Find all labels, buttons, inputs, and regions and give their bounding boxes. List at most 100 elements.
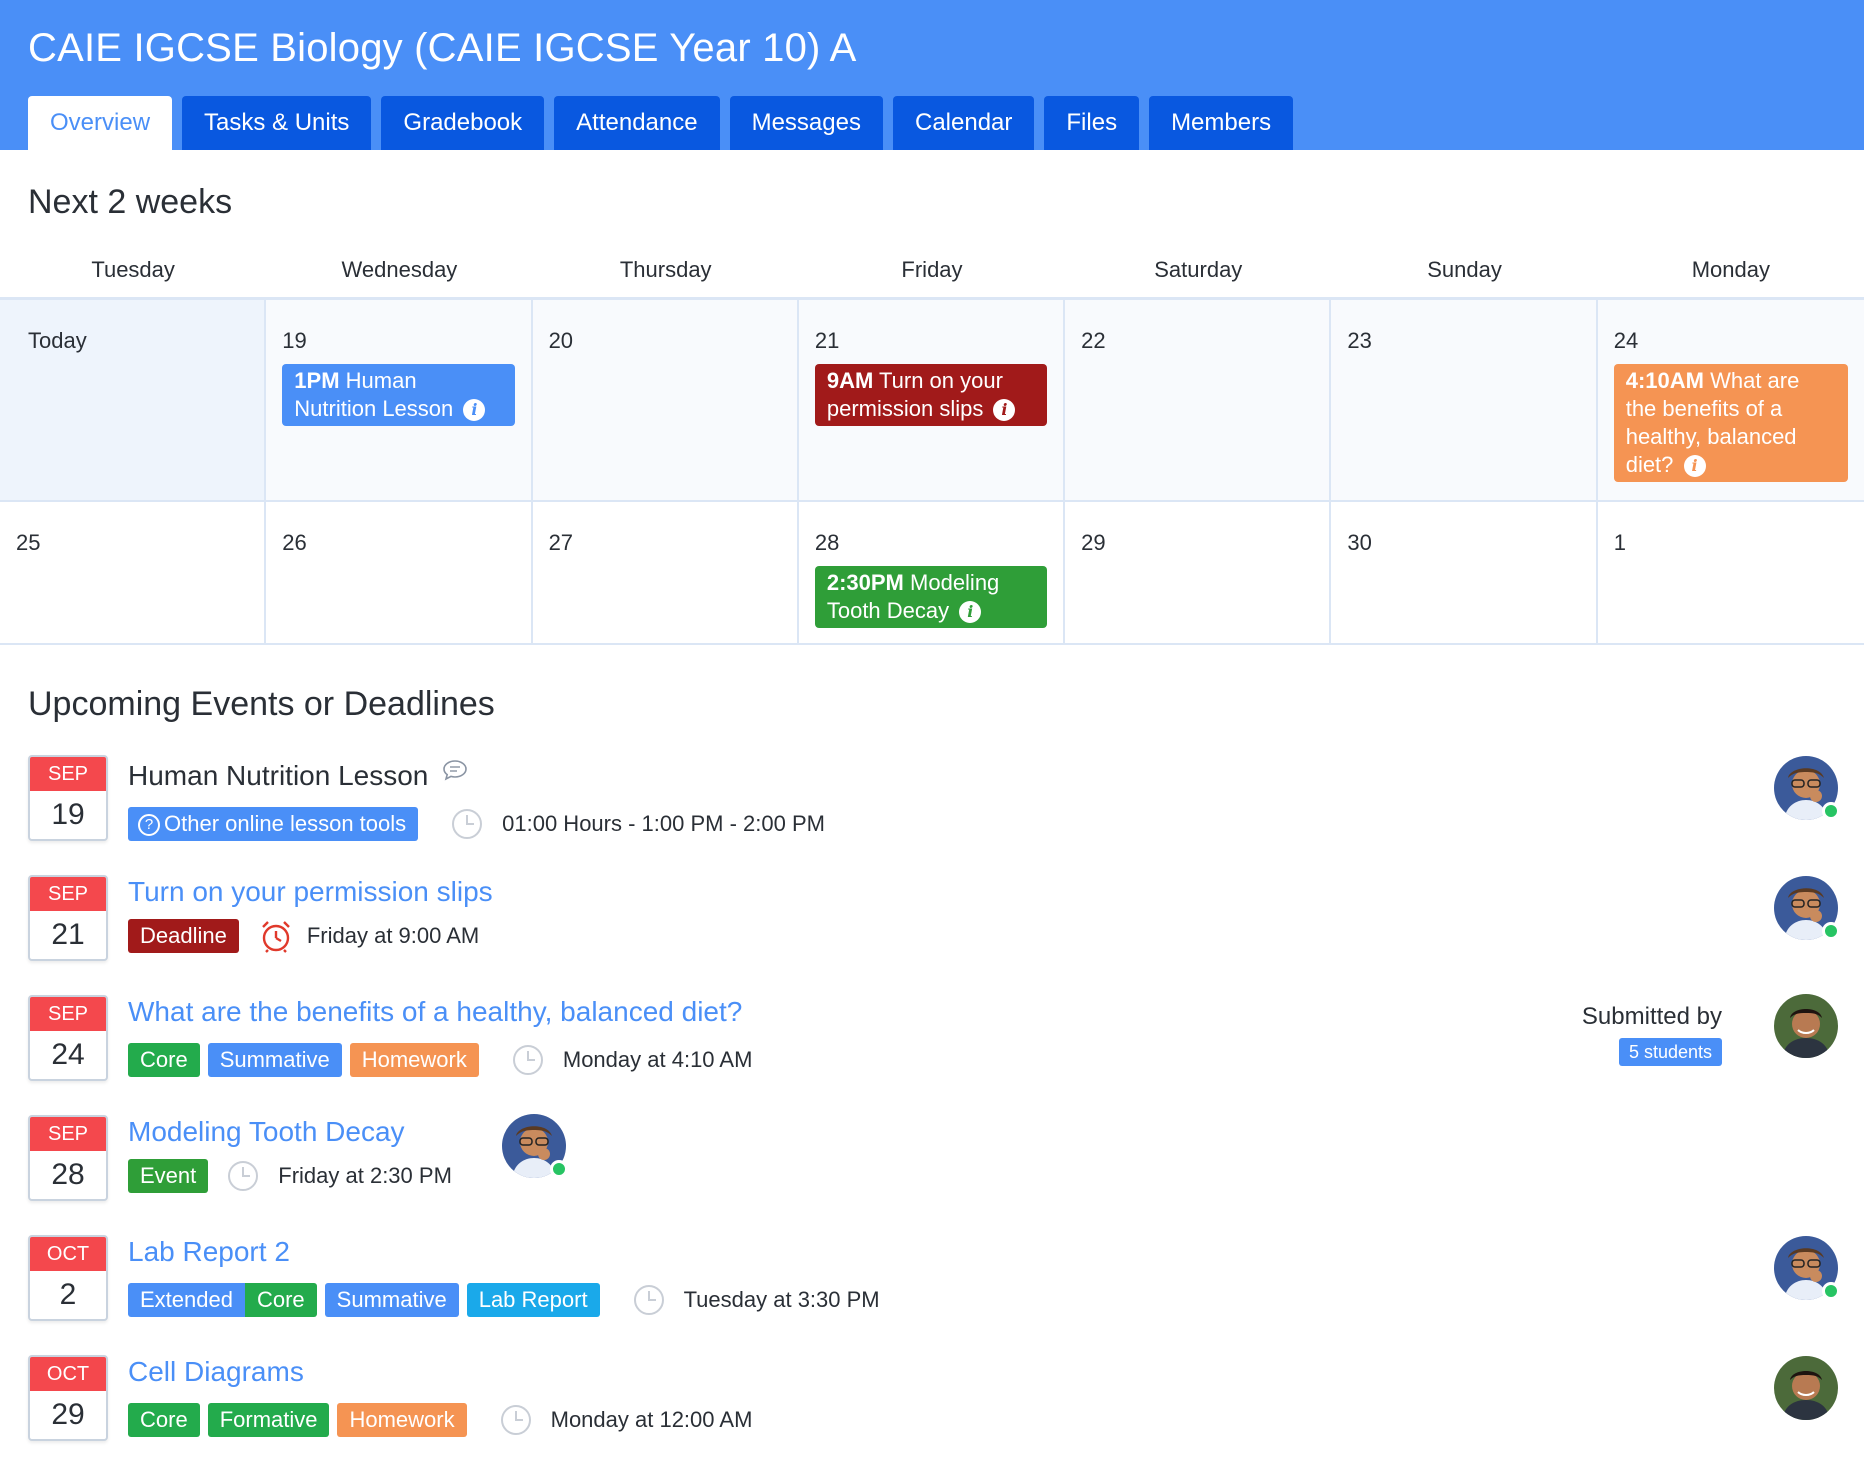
item-title-text: Human Nutrition Lesson bbox=[128, 760, 429, 791]
clock-icon bbox=[228, 1161, 259, 1191]
calendar-cell[interactable]: 28 2:30PM Modeling Tooth Decay i bbox=[799, 502, 1066, 643]
item-title-link[interactable]: What are the benefits of a healthy, bala… bbox=[128, 992, 752, 1032]
extended-core-badge: Extended Core bbox=[128, 1283, 317, 1317]
calendar-cell[interactable]: 1 bbox=[1598, 502, 1864, 643]
list-item: SEP 28 Modeling Tooth Decay Event Friday… bbox=[28, 1112, 1836, 1232]
date-month: SEP bbox=[30, 1117, 106, 1151]
extended-badge: Extended bbox=[128, 1283, 245, 1317]
event-time: 4:10AM bbox=[1625, 368, 1704, 393]
summative-badge: Summative bbox=[324, 1283, 459, 1317]
item-content: Turn on your permission slips Deadline F… bbox=[128, 872, 493, 954]
calendar-cell[interactable]: 21 9AM Turn on your permission slips i bbox=[799, 300, 1066, 500]
calendar-event-event[interactable]: 2:30PM Modeling Tooth Decay i bbox=[814, 566, 1048, 628]
item-meta: ? Other online lesson tools 01:00 Hours -… bbox=[128, 806, 825, 842]
tab-messages[interactable]: Messages bbox=[729, 96, 883, 150]
tab-members[interactable]: Members bbox=[1149, 96, 1294, 150]
today-label: Today bbox=[28, 328, 87, 353]
info-icon[interactable]: i bbox=[463, 399, 486, 421]
item-title-link[interactable]: Lab Report 2 bbox=[128, 1232, 880, 1272]
day-header: Friday bbox=[901, 257, 963, 282]
event-badge: Event bbox=[128, 1159, 209, 1193]
item-meta: Core Summative Homework Monday at 4:10 A… bbox=[128, 1042, 752, 1078]
formative-badge: Formative bbox=[207, 1403, 330, 1437]
calendar-cell[interactable]: 25 bbox=[0, 502, 267, 643]
tab-files[interactable]: Files bbox=[1044, 96, 1140, 150]
calendar-cell[interactable]: 23 bbox=[1331, 300, 1598, 500]
date-number: 1 bbox=[1613, 530, 1626, 555]
calendar-cell[interactable]: 22 bbox=[1065, 300, 1332, 500]
teacher-photo bbox=[1774, 994, 1838, 1058]
date-day: 2 bbox=[59, 1278, 77, 1311]
item-time: Friday at 2:30 PM bbox=[278, 1163, 452, 1188]
calendar-cell[interactable]: 29 bbox=[1065, 502, 1332, 643]
online-indicator bbox=[1822, 1282, 1840, 1300]
date-month: SEP bbox=[30, 997, 106, 1031]
course-title: CAIE IGCSE Biology (CAIE IGCSE Year 10) … bbox=[28, 26, 857, 70]
avatar[interactable] bbox=[1774, 876, 1840, 940]
calendar-week-2: 25 26 27 28 2:30PM Modeling Tooth Decay … bbox=[0, 502, 1864, 645]
avatar[interactable] bbox=[1774, 1356, 1838, 1420]
calendar-event-homework[interactable]: 4:10AM What are the benefits of a health… bbox=[1613, 364, 1848, 482]
online-tools-badge[interactable]: ? Other online lesson tools bbox=[128, 807, 419, 841]
calendar-cell[interactable]: 24 4:10AM What are the benefits of a hea… bbox=[1598, 300, 1864, 500]
tab-attendance[interactable]: Attendance bbox=[554, 96, 720, 150]
tab-gradebook[interactable]: Gradebook bbox=[381, 96, 545, 150]
submitted-count-badge[interactable]: 5 students bbox=[1618, 1038, 1722, 1066]
item-meta: Event Friday at 2:30 PM bbox=[128, 1158, 452, 1194]
item-meta: Extended Core Summative Lab Report Tuesd… bbox=[128, 1282, 880, 1318]
calendar-cell[interactable]: 30 bbox=[1331, 502, 1598, 643]
info-icon[interactable]: i bbox=[959, 601, 982, 623]
homework-badge: Homework bbox=[349, 1043, 479, 1077]
calendar-cell-today[interactable]: Today bbox=[0, 300, 267, 500]
item-title-link[interactable]: Cell Diagrams bbox=[128, 1352, 752, 1392]
calendar-cell[interactable]: 19 1PM Human Nutrition Lesson i bbox=[266, 300, 533, 500]
date-number: 20 bbox=[548, 328, 574, 353]
avatar[interactable] bbox=[1774, 1236, 1840, 1300]
avatar[interactable] bbox=[1774, 994, 1838, 1058]
date-day: 29 bbox=[51, 1398, 85, 1431]
item-title-link[interactable]: Modeling Tooth Decay bbox=[128, 1112, 452, 1152]
item-meta: Deadline Friday at 9:00 AM bbox=[128, 918, 493, 954]
item-content: Human Nutrition Lesson ? Other online les… bbox=[128, 752, 825, 842]
alarm-clock-icon bbox=[259, 919, 293, 953]
clock-icon bbox=[512, 1045, 543, 1075]
info-icon[interactable]: i bbox=[993, 399, 1016, 421]
comment-icon[interactable] bbox=[442, 752, 468, 792]
avatar[interactable] bbox=[502, 1114, 568, 1178]
item-title-link[interactable]: Turn on your permission slips bbox=[128, 872, 493, 912]
core-badge: Core bbox=[128, 1043, 200, 1077]
calendar-event-deadline[interactable]: 9AM Turn on your permission slips i bbox=[814, 364, 1048, 426]
day-header: Thursday bbox=[619, 257, 712, 282]
date-block: OCT 2 bbox=[28, 1235, 108, 1321]
date-number: 27 bbox=[548, 530, 574, 555]
item-content: Lab Report 2 Extended Core Summative Lab… bbox=[128, 1232, 880, 1318]
event-time: 2:30PM bbox=[826, 570, 904, 595]
calendar-day-headers: Tuesday Wednesday Thursday Friday Saturd… bbox=[0, 240, 1864, 300]
calendar-cell[interactable]: 20 bbox=[533, 300, 799, 500]
date-month: SEP bbox=[30, 877, 106, 911]
item-title: Human Nutrition Lesson bbox=[128, 752, 825, 796]
item-time: Friday at 9:00 AM bbox=[306, 923, 480, 948]
calendar-cell[interactable]: 27 bbox=[533, 502, 799, 643]
date-number: 26 bbox=[282, 530, 307, 555]
upcoming-list: SEP 19 Human Nutrition Lesson ? Other onl… bbox=[28, 752, 1840, 1472]
core-badge: Core bbox=[244, 1283, 317, 1317]
event-time: 1PM bbox=[294, 368, 340, 393]
date-day: 24 bbox=[51, 1038, 85, 1071]
date-block: SEP 28 bbox=[28, 1115, 108, 1201]
homework-badge: Homework bbox=[337, 1403, 467, 1437]
date-number: 25 bbox=[16, 530, 41, 555]
tab-calendar[interactable]: Calendar bbox=[892, 96, 1035, 150]
tab-tasks-units[interactable]: Tasks & Units bbox=[182, 96, 372, 150]
summative-badge: Summative bbox=[207, 1043, 342, 1077]
item-meta: Core Formative Homework Monday at 12:00 … bbox=[128, 1402, 752, 1438]
date-day: 28 bbox=[51, 1158, 85, 1191]
tab-overview[interactable]: Overview bbox=[28, 96, 173, 150]
item-content: Modeling Tooth Decay Event Friday at 2:3… bbox=[128, 1112, 452, 1194]
date-number: 21 bbox=[814, 328, 840, 353]
calendar-cell[interactable]: 26 bbox=[266, 502, 533, 643]
avatar[interactable] bbox=[1774, 756, 1840, 820]
upcoming-title: Upcoming Events or Deadlines bbox=[28, 685, 495, 723]
calendar-event-lesson[interactable]: 1PM Human Nutrition Lesson i bbox=[282, 364, 515, 426]
info-icon[interactable]: i bbox=[1683, 455, 1706, 477]
